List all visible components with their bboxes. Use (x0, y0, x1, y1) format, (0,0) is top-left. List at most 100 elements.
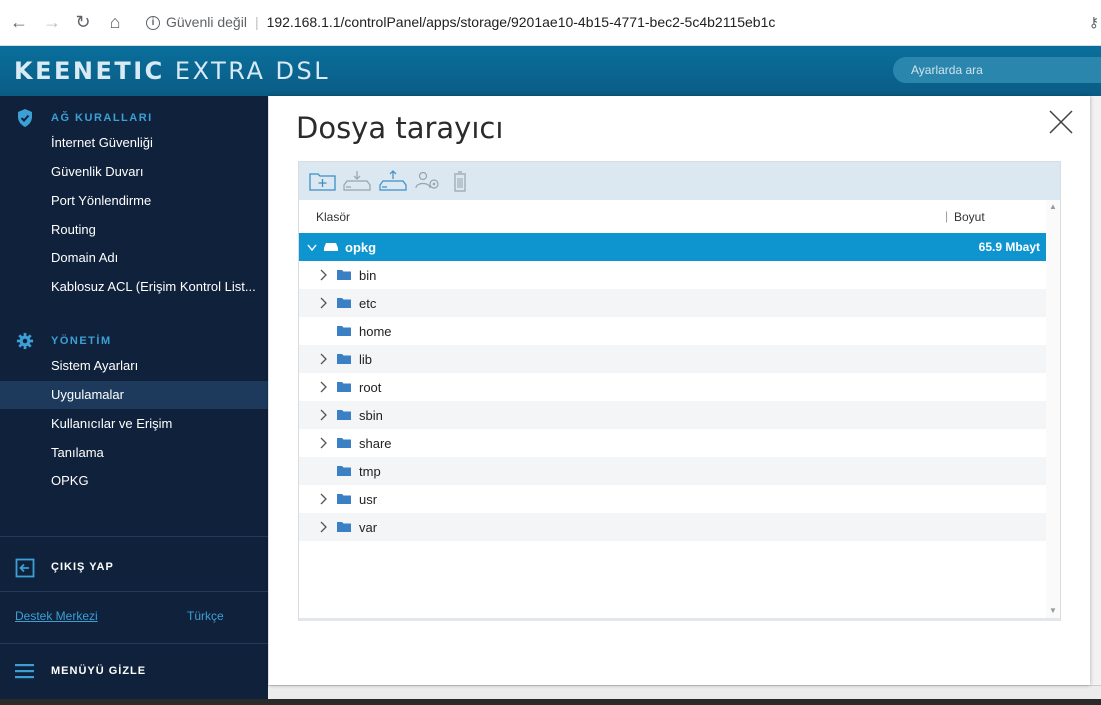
tree-row[interactable]: bin (299, 261, 1046, 289)
column-header-size[interactable]: Boyut (954, 210, 985, 224)
section-network-rules: AĞ KURALLARI (0, 106, 268, 130)
hamburger-icon (15, 664, 34, 679)
info-icon[interactable]: i (146, 16, 160, 31)
tree-row[interactable]: tmp (299, 457, 1046, 485)
folder-name: etc (359, 296, 377, 311)
chevron-right-icon[interactable] (319, 521, 329, 533)
logo[interactable]: KEENETIC EXTRA DSL (14, 57, 330, 85)
chevron-right-icon[interactable] (319, 381, 329, 393)
folder-name: share (359, 436, 392, 451)
column-header-folder[interactable]: Klasör (316, 210, 350, 224)
divider (0, 643, 268, 644)
sidebar-item-internet-security[interactable]: İnternet Güvenliği (0, 129, 268, 157)
tree-row[interactable]: root (299, 373, 1046, 401)
divider (0, 591, 268, 592)
sidebar-item-diagnostics[interactable]: Tanılama (0, 439, 268, 467)
shield-icon (18, 109, 32, 127)
folder-icon (337, 270, 351, 280)
new-folder-icon[interactable] (308, 169, 338, 193)
chevron-right-icon[interactable] (319, 437, 329, 449)
divider (0, 536, 268, 537)
folder-name: bin (359, 268, 377, 283)
sidebar-item-applications[interactable]: Uygulamalar (0, 381, 268, 409)
language-selector[interactable]: Türkçe (187, 609, 224, 623)
column-headers: Klasör | Boyut (299, 200, 1046, 233)
app-header: KEENETIC EXTRA DSL Ayarlarda ara (0, 46, 1101, 96)
sidebar: AĞ KURALLARI İnternet Güvenliği Güvenlik… (0, 96, 268, 705)
file-browser-dialog: Dosya tarayıcı Klasör | Boyut opkg 65.9 … (269, 96, 1090, 685)
chevron-down-icon[interactable] (307, 242, 317, 254)
tree-row-root[interactable]: opkg 65.9 Mbayt (299, 233, 1046, 261)
hide-menu-label: MENÜYÜ GİZLE (51, 665, 147, 677)
logout-label: ÇIKIŞ YAP (51, 561, 114, 573)
tree-row[interactable]: share (299, 429, 1046, 457)
logout-button[interactable]: ÇIKIŞ YAP (0, 548, 268, 588)
folder-name: root (359, 380, 382, 395)
sidebar-item-routing[interactable]: Routing (0, 216, 268, 244)
folder-size: 65.9 Mbayt (978, 240, 1040, 254)
url-text[interactable]: 192.168.1.1/controlPanel/apps/storage/92… (267, 14, 776, 30)
file-browser: Klasör | Boyut opkg 65.9 Mbayt bin etc hom… (298, 161, 1061, 621)
dialog-title: Dosya tarayıcı (296, 111, 504, 145)
folder-icon (337, 494, 351, 504)
tree-row[interactable]: home (299, 317, 1046, 345)
sidebar-item-domain-name[interactable]: Domain Adı (0, 244, 268, 272)
tree-row[interactable]: etc (299, 289, 1046, 317)
folder-icon (337, 466, 351, 476)
folder-icon (337, 438, 351, 448)
home-icon[interactable]: ⌂ (104, 11, 126, 33)
drive-icon (324, 243, 338, 251)
tree-row[interactable]: usr (299, 485, 1046, 513)
folder-icon (337, 382, 351, 392)
folder-name: lib (359, 352, 373, 367)
sidebar-item-users-access[interactable]: Kullanıcılar ve Erişim (0, 410, 268, 438)
background-panel (1090, 96, 1101, 705)
settings-search-input[interactable]: Ayarlarda ara (893, 57, 1101, 83)
key-icon[interactable]: ⚷ (1089, 14, 1099, 31)
folder-icon (337, 410, 351, 420)
address-bar[interactable]: i Güvenli değil | 192.168.1.1/controlPanel/… (136, 6, 1101, 38)
browser-toolbar: ← → ↻ ⌂ i Güvenli değil | 192.168.1.1/contr… (0, 0, 1101, 46)
chevron-right-icon[interactable] (319, 409, 329, 421)
tree-row[interactable]: var (299, 513, 1046, 541)
sidebar-item-opkg[interactable]: OPKG (0, 467, 268, 495)
folder-icon (337, 298, 351, 308)
file-toolbar (299, 162, 1060, 200)
forward-icon[interactable]: → (41, 11, 63, 33)
sidebar-item-system-settings[interactable]: Sistem Ayarları (0, 352, 268, 380)
chevron-right-icon[interactable] (319, 297, 329, 309)
sidebar-item-port-forwarding[interactable]: Port Yönlendirme (0, 187, 268, 215)
reload-icon[interactable]: ↻ (72, 11, 94, 33)
sidebar-item-wireless-acl[interactable]: Kablosuz ACL (Erişim Kontrol List... (0, 273, 268, 301)
chevron-right-icon[interactable] (319, 353, 329, 365)
back-icon[interactable]: ← (8, 11, 30, 33)
chevron-right-icon[interactable] (319, 493, 329, 505)
trash-icon[interactable] (445, 169, 475, 193)
hide-menu-button[interactable]: MENÜYÜ GİZLE (0, 651, 268, 691)
vertical-scrollbar[interactable]: ▲ ▼ (1046, 200, 1060, 620)
section-title: YÖNETİM (51, 335, 112, 347)
folder-name: usr (359, 492, 378, 507)
permissions-icon[interactable] (413, 169, 443, 193)
section-title: AĞ KURALLARI (51, 112, 153, 124)
tree-row[interactable]: sbin (299, 401, 1046, 429)
download-icon[interactable] (342, 169, 372, 193)
folder-name: var (359, 520, 378, 535)
folder-icon (337, 354, 351, 364)
sidebar-item-firewall[interactable]: Güvenlik Duvarı (0, 158, 268, 186)
folder-icon (337, 326, 351, 336)
tree-row[interactable]: lib (299, 345, 1046, 373)
folder-name: opkg (345, 240, 377, 255)
security-label: Güvenli değil (166, 14, 247, 30)
chevron-right-icon[interactable] (319, 269, 329, 281)
logout-icon (15, 558, 35, 578)
close-icon[interactable] (1048, 109, 1074, 135)
horizontal-scrollbar[interactable] (299, 618, 1060, 621)
support-center-link[interactable]: Destek Merkezi (15, 609, 98, 623)
section-management: YÖNETİM (0, 329, 268, 353)
folder-name: sbin (359, 408, 383, 423)
folder-name: tmp (359, 464, 381, 479)
folder-name: home (359, 324, 392, 339)
upload-icon[interactable] (378, 169, 408, 193)
taskbar-strip (0, 699, 1101, 705)
